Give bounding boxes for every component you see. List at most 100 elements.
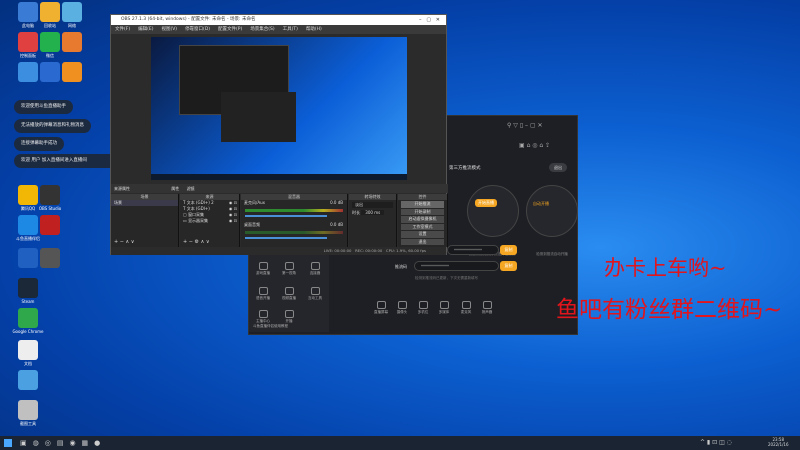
menu-help[interactable]: 帮助(H) (306, 25, 322, 34)
side-tool[interactable]: 第一视角 (277, 262, 301, 276)
source-actions[interactable]: + − ⚙ ∧ ∨ (183, 239, 210, 245)
desktop-icon-label: Steam (21, 299, 35, 304)
volume-slider[interactable] (245, 215, 327, 217)
window-controls[interactable]: – ▢ ✕ (419, 15, 440, 25)
tray-icons[interactable]: ^ ▮ ⊡ ◫ ◌ (700, 439, 732, 446)
side-tools: 游戏直播 第一视角 连接器 语音开播 视频直播 互动工具 主播中心 开播 (249, 254, 329, 332)
app-icon[interactable] (40, 2, 60, 22)
nested-taskbar (151, 174, 407, 180)
menu-file[interactable]: 文件(F) (115, 25, 130, 34)
tutorial-link[interactable]: 斗鱼直播伴侣使用教程 (253, 324, 288, 329)
toolbar-icons[interactable]: ▣ ⌂ ◎ ⌂ ⇪ (519, 142, 550, 149)
scene-item[interactable]: 场景 (111, 200, 178, 206)
app-icon[interactable] (18, 32, 38, 52)
menu-docks[interactable]: 停靠窗口(D) (185, 25, 210, 34)
wechat-icon[interactable] (40, 32, 60, 52)
app-icon[interactable] (62, 32, 82, 52)
exit-mode-button[interactable]: 退出 (549, 163, 567, 172)
virtual-camera-button[interactable]: 启动虚拟摄像机 (401, 216, 444, 223)
source-item[interactable]: ▭ 显示器采集 ◉ ⊡ (180, 218, 239, 224)
auto-live-card (526, 185, 578, 237)
document-icon[interactable] (18, 340, 38, 360)
panel-header: 转场特效 (349, 194, 396, 200)
menu-view[interactable]: 视图(V) (161, 25, 177, 34)
live-status: LIVE: 00:00:00 (323, 248, 352, 253)
server-field[interactable]: ************** (447, 245, 499, 255)
bottom-tool[interactable]: 多媒体 (432, 301, 456, 315)
side-tool[interactable]: 语音开播 (251, 287, 275, 301)
side-tool[interactable]: 开播 (277, 310, 301, 324)
chat-bubble: 无法播放的弹幕消息和礼物消息 (14, 119, 91, 133)
desktop-icon-label: 截图工具 (20, 421, 36, 426)
app-icon[interactable] (18, 248, 38, 268)
desktop-icon-label: 网络 (68, 23, 76, 28)
transition-select[interactable]: 淡出 (352, 202, 393, 208)
mode-label: 第三方推流模式 (449, 166, 481, 171)
start-streaming-button[interactable]: 开始推流 (401, 201, 444, 208)
auto-live-button[interactable]: 自动开播 (533, 201, 549, 207)
computer-icon[interactable] (18, 2, 38, 22)
rec-status: REC: 00:00:00 (355, 248, 383, 253)
mixer-channel: 桌面音频 0.0 dB (244, 222, 343, 227)
title-bar: OBS 27.1.3 (64-bit, windows) - 配置文件: 未命名… (111, 15, 446, 25)
app-icon[interactable] (18, 185, 38, 205)
cpu-status: CPU: 1.9%, 60.00 fps (385, 248, 426, 253)
qq-icon[interactable] (18, 215, 38, 235)
controls-panel: 控件 开始推流 开始录制 启动虚拟摄像机 工作室模式 设置 退出 (398, 194, 448, 247)
side-tool[interactable]: 游戏直播 (251, 262, 275, 276)
menu-profile[interactable]: 配置文件(P) (218, 25, 242, 34)
duration-input[interactable]: 300 ms (361, 210, 385, 215)
menu-tools[interactable]: 工具(T) (283, 25, 298, 34)
stream-key-field[interactable]: ************** (414, 261, 499, 271)
obs-window: OBS 27.1.3 (64-bit, windows) - 配置文件: 未命名… (110, 14, 448, 255)
app-icon[interactable] (40, 62, 60, 82)
overlay-text-line1: 办卡上车哟~ (604, 256, 727, 280)
taskbar-apps[interactable]: ▣◍◎▤◉▦● (20, 439, 106, 447)
clock[interactable]: 23:58 2022/1/16 (768, 437, 789, 447)
side-tool[interactable]: 主播中心 (251, 310, 275, 324)
properties-button[interactable]: 属性 (171, 186, 179, 191)
duration-row: 时长 300 ms (349, 210, 396, 216)
menu-bar: 文件(F) 编辑(E) 视图(V) 停靠窗口(D) 配置文件(P) 场景集合(S… (111, 25, 446, 34)
desktop-icon-label: 微信 (46, 53, 54, 58)
audio-mixer-panel: 混音器 麦克风/Aux 0.0 dB 桌面音频 0.0 dB (241, 194, 348, 247)
scenes-panel: 场景 场景 + − ∧ ∨ (111, 194, 179, 247)
studio-mode-button[interactable]: 工作室模式 (401, 223, 444, 230)
filters-button[interactable]: 滤镜 (187, 186, 195, 191)
preview-canvas[interactable] (151, 37, 407, 180)
exit-button[interactable]: 退出 (401, 238, 444, 245)
side-tool[interactable]: 连接器 (303, 262, 327, 276)
menu-edit[interactable]: 编辑(E) (138, 25, 153, 34)
obs-icon[interactable] (40, 185, 60, 205)
volume-meter (245, 209, 343, 212)
menu-scene-collection[interactable]: 场景集合(S) (250, 25, 274, 34)
scene-actions[interactable]: + − ∧ ∨ (114, 239, 134, 245)
key-label: 推流码 (395, 264, 407, 269)
desktop-icon-label: OBS Studio (38, 206, 62, 211)
window-title: OBS 27.1.3 (64-bit, windows) - 配置文件: 未命名… (121, 17, 256, 22)
settings-button[interactable]: 设置 (401, 231, 444, 238)
desktop-icon-label: 斗鱼直播伴侣 (16, 236, 40, 241)
app-icon[interactable] (62, 62, 82, 82)
app-icon[interactable] (40, 215, 60, 235)
snip-icon[interactable] (18, 400, 38, 420)
bottom-tool[interactable]: 扬声器 (475, 301, 499, 315)
steam-icon[interactable] (18, 278, 38, 298)
status-bar: LIVE: 00:00:00 REC: 00:00:00 CPU: 1.9%, … (111, 247, 446, 255)
chrome-icon[interactable] (18, 308, 38, 328)
start-recording-button[interactable]: 开始录制 (401, 208, 444, 215)
app-icon[interactable] (18, 62, 38, 82)
network-icon[interactable] (62, 2, 82, 22)
copy-server-button[interactable]: 复制 (500, 245, 517, 255)
windows-start-icon[interactable] (4, 439, 12, 447)
app-icon[interactable] (40, 248, 60, 268)
side-tool[interactable]: 互动工具 (303, 287, 327, 301)
chat-bubble: 连接弹幕助手成功 (14, 137, 64, 151)
volume-slider[interactable] (245, 237, 327, 239)
app-icon[interactable] (18, 370, 38, 390)
window-controls[interactable]: ⚲ ▽ ▯ – ▢ ✕ (507, 122, 543, 129)
start-live-button[interactable]: 开始直播 (475, 199, 497, 207)
side-tool[interactable]: 视频直播 (277, 287, 301, 301)
copy-key-button[interactable]: 复制 (500, 261, 517, 271)
overlay-text-line2: 鱼吧有粉丝群二维码~ (556, 297, 783, 323)
